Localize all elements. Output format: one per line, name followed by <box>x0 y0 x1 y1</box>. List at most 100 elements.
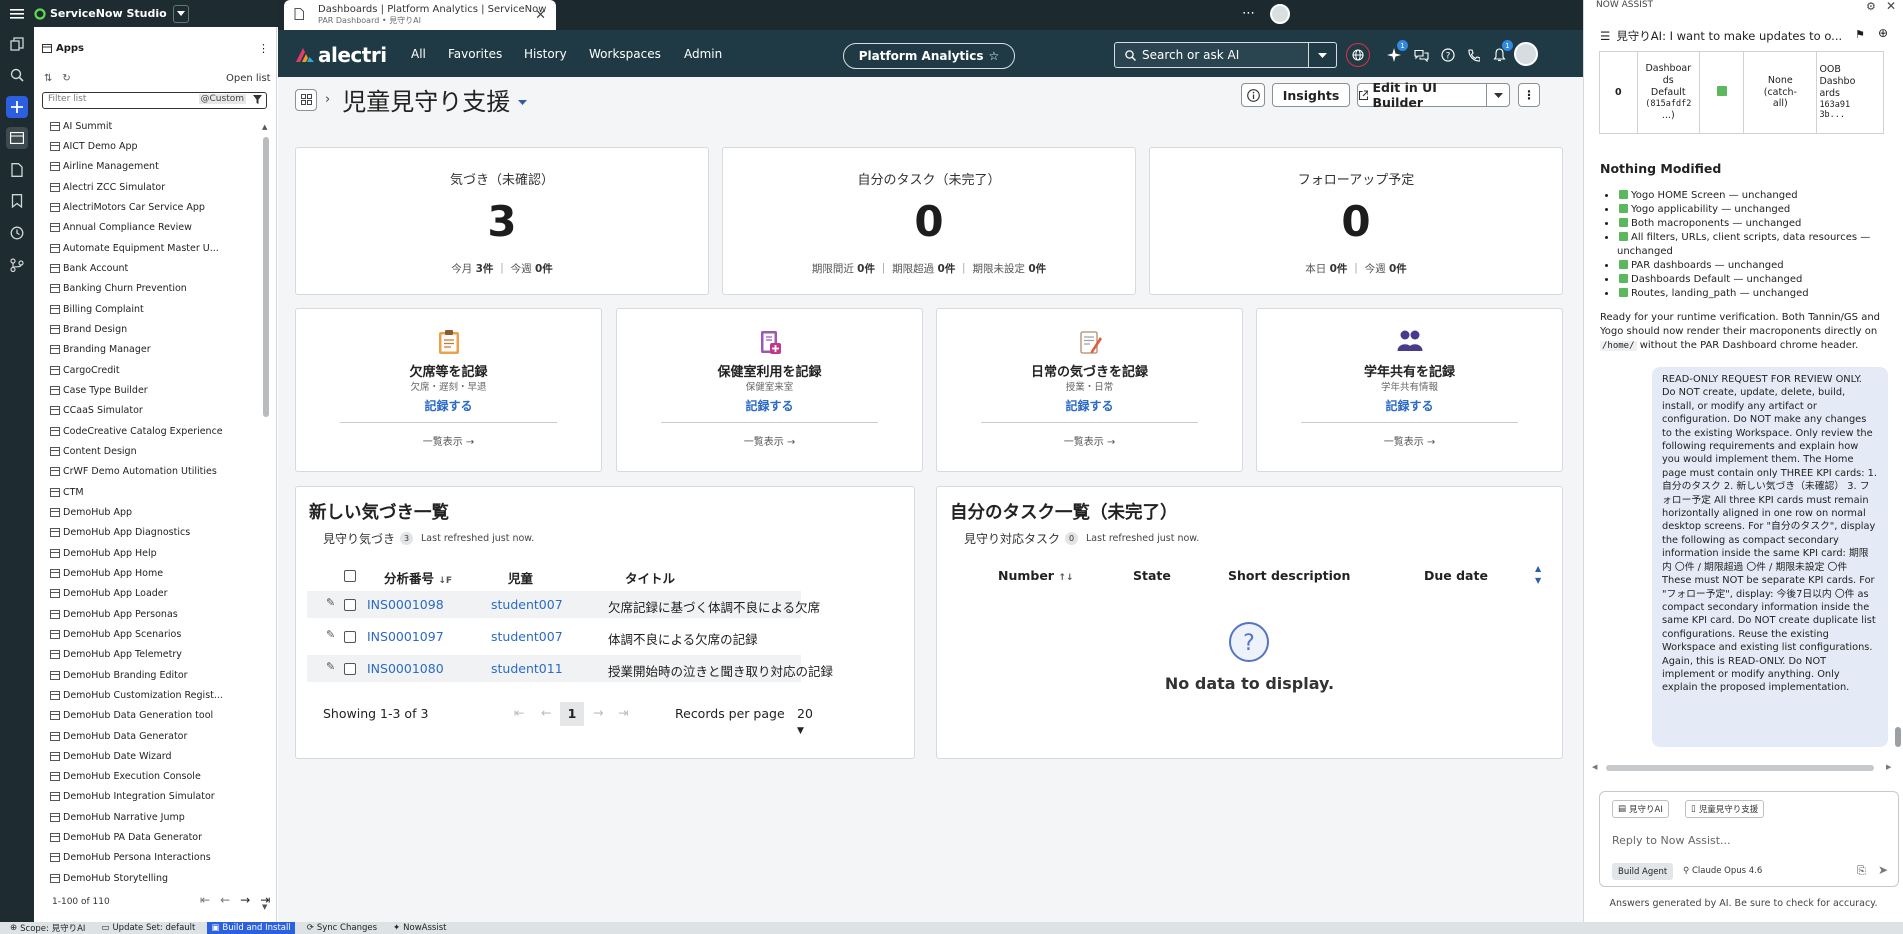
app-list-item[interactable]: AICT Demo App <box>34 136 254 156</box>
hamburger-menu-icon[interactable] <box>0 0 34 27</box>
apps-scrollbar[interactable]: ▲ ▼ <box>262 123 270 913</box>
record-link[interactable]: 記録する <box>296 397 601 414</box>
first-page-icon[interactable]: ⇤ <box>514 705 524 720</box>
app-list-item[interactable]: Case Type Builder <box>34 380 254 400</box>
update-set-status[interactable]: ▭ Update Set: default <box>97 922 199 934</box>
notification-bell-icon[interactable]: 1 <box>1489 40 1513 65</box>
alectri-logo[interactable]: alectri <box>294 43 387 67</box>
globe-icon[interactable] <box>1346 43 1370 67</box>
kpi-card-my-tasks[interactable]: 自分のタスク（未完了） 0 期限間近 0件 ｜ 期限超過 0件 ｜ 期限未設定 … <box>722 147 1136 295</box>
nav-admin[interactable]: Admin <box>684 47 722 61</box>
sort-icon[interactable]: ↑↓ <box>1058 573 1073 583</box>
more-actions-kebab-icon[interactable]: ⋮ <box>1518 83 1540 107</box>
last-page-icon[interactable]: ⇥ <box>260 893 270 907</box>
app-list-item[interactable]: Content Design <box>34 441 254 461</box>
app-list-item[interactable]: DemoHub App <box>34 502 254 522</box>
nav-all[interactable]: All <box>411 47 426 61</box>
select-all-checkbox[interactable] <box>344 570 356 582</box>
app-list-item[interactable]: Bank Account <box>34 258 254 278</box>
chat-scroll-thumb[interactable] <box>1895 727 1901 747</box>
app-list-item[interactable]: DemoHub Data Generation tool <box>34 706 254 726</box>
send-icon[interactable]: ➤ <box>1878 863 1888 877</box>
list-view-link[interactable]: 一覧表示 → <box>296 433 601 448</box>
student-link[interactable]: student011 <box>491 661 563 676</box>
insight-number-link[interactable]: INS0001098 <box>367 597 444 612</box>
app-list-item[interactable]: DemoHub PA Data Generator <box>34 827 254 847</box>
filter-list-input[interactable]: Filter list @Custom <box>42 92 267 109</box>
column-header-due-date[interactable]: Due date <box>1424 568 1488 583</box>
studio-logo[interactable]: ServiceNow Studio <box>34 7 167 20</box>
app-list-item[interactable]: AI Summit <box>34 116 254 136</box>
model-selector[interactable]: ⚲ Claude Opus 4.6 <box>1683 866 1762 876</box>
app-list-item[interactable]: DemoHub App Scenarios <box>34 624 254 644</box>
app-list-item[interactable]: Banking Churn Prevention <box>34 279 254 299</box>
app-list-item[interactable]: DemoHub App Home <box>34 563 254 583</box>
studio-dropdown-button[interactable] <box>172 4 189 23</box>
flag-icon[interactable]: ⚑ <box>1855 28 1865 41</box>
info-button[interactable] <box>1241 83 1265 107</box>
student-link[interactable]: student007 <box>491 597 563 612</box>
copy-icon[interactable] <box>6 33 28 55</box>
nav-history[interactable]: History <box>524 47 567 61</box>
filter-funnel-icon[interactable] <box>253 95 262 104</box>
insight-number-link[interactable]: INS0001097 <box>367 629 444 644</box>
reply-input-placeholder[interactable]: Reply to Now Assist... <box>1612 834 1731 847</box>
next-page-icon[interactable]: → <box>593 705 603 720</box>
star-icon[interactable]: ☆ <box>989 49 1000 63</box>
search-scope-dropdown[interactable] <box>1309 42 1337 68</box>
column-header-short-description[interactable]: Short description <box>1228 568 1350 583</box>
prev-page-icon[interactable]: ← <box>220 893 230 907</box>
list-view-link[interactable]: 一覧表示 → <box>937 433 1242 448</box>
next-page-icon[interactable]: → <box>240 893 250 907</box>
record-link[interactable]: 記録する <box>1257 397 1562 414</box>
records-per-page-select[interactable]: 20 ▼ <box>797 706 813 736</box>
source-control-icon[interactable] <box>6 254 28 276</box>
app-list-item[interactable]: CodeCreative Catalog Experience <box>34 421 254 441</box>
title-dropdown-icon[interactable] <box>518 99 528 106</box>
app-list-item[interactable]: DemoHub Persona Interactions <box>34 848 254 868</box>
prev-page-icon[interactable]: ← <box>541 705 551 720</box>
filter-tag[interactable]: @Custom <box>198 94 246 104</box>
last-page-icon[interactable]: ⇥ <box>618 705 628 720</box>
close-tab-icon[interactable]: ✕ <box>535 8 546 23</box>
app-list-item[interactable]: Alectri ZCC Simulator <box>34 177 254 197</box>
nowassist-status[interactable]: ✦ NowAssist <box>389 922 450 934</box>
table-row[interactable]: ✎ INS0001097 student007 体調不良による欠席の記録 <box>307 623 801 650</box>
app-list-item[interactable]: DemoHub App Loader <box>34 584 254 604</box>
page-number[interactable]: 1 <box>560 702 584 726</box>
dashboard-grid-button[interactable] <box>295 88 317 111</box>
first-page-icon[interactable]: ⇤ <box>200 893 210 907</box>
app-list-item[interactable]: DemoHub Execution Console <box>34 767 254 787</box>
platform-analytics-pill[interactable]: Platform Analytics ☆ <box>843 43 1015 69</box>
table-row[interactable]: ✎ INS0001080 student011 授業開始時の泣きと聞き取り対応の… <box>307 655 833 682</box>
record-link[interactable]: 記録する <box>937 397 1242 414</box>
history-clock-icon[interactable] <box>6 222 28 244</box>
column-header-title[interactable]: タイトル <box>625 568 675 587</box>
apps-scroll-thumb[interactable] <box>263 137 269 417</box>
scroll-arrows-icon[interactable]: ▲ ▼ <box>1535 563 1541 587</box>
global-search-input[interactable]: Search or ask AI <box>1114 42 1309 68</box>
scroll-up-icon[interactable]: ▲ <box>262 123 267 131</box>
open-list-link[interactable]: Open list <box>226 73 271 84</box>
bookmark-icon[interactable] <box>6 190 28 212</box>
record-link[interactable]: 記録する <box>617 397 922 414</box>
settings-gear-icon[interactable]: ⚙ <box>1866 0 1876 13</box>
context-chip-app[interactable]: ▤ 見守りAI <box>1612 800 1669 818</box>
kpi-card-insights[interactable]: 気づき（未確認） 3 今月 3件 ｜ 今週 0件 <box>295 147 709 295</box>
app-list-item[interactable]: DemoHub App Telemetry <box>34 645 254 665</box>
edit-pencil-icon[interactable]: ✎ <box>326 660 335 673</box>
context-chip-dashboard[interactable]: ▯ 児童見守り支援 <box>1685 800 1765 818</box>
sort-icon[interactable]: ↓F <box>438 576 452 586</box>
build-install-button[interactable]: ▣ Build and Install <box>207 922 295 934</box>
app-list-item[interactable]: DemoHub Narrative Jump <box>34 807 254 827</box>
phone-icon[interactable] <box>1463 45 1483 65</box>
user-avatar[interactable] <box>1514 42 1538 66</box>
scroll-left-icon[interactable]: ◀ <box>1592 763 1597 771</box>
new-chat-icon[interactable]: ⊕ <box>1878 26 1888 40</box>
table-row[interactable]: ✎ INS0001098 student007 欠席記録に基づく体調不良による欠… <box>307 591 820 618</box>
app-list-item[interactable]: DemoHub Date Wizard <box>34 746 254 766</box>
browser-tab-active[interactable]: Dashboards | Platform Analytics | Servic… <box>284 0 556 30</box>
edit-pencil-icon[interactable]: ✎ <box>326 628 335 641</box>
document-icon[interactable] <box>6 159 28 181</box>
app-list-item[interactable]: CCaaS Simulator <box>34 401 254 421</box>
